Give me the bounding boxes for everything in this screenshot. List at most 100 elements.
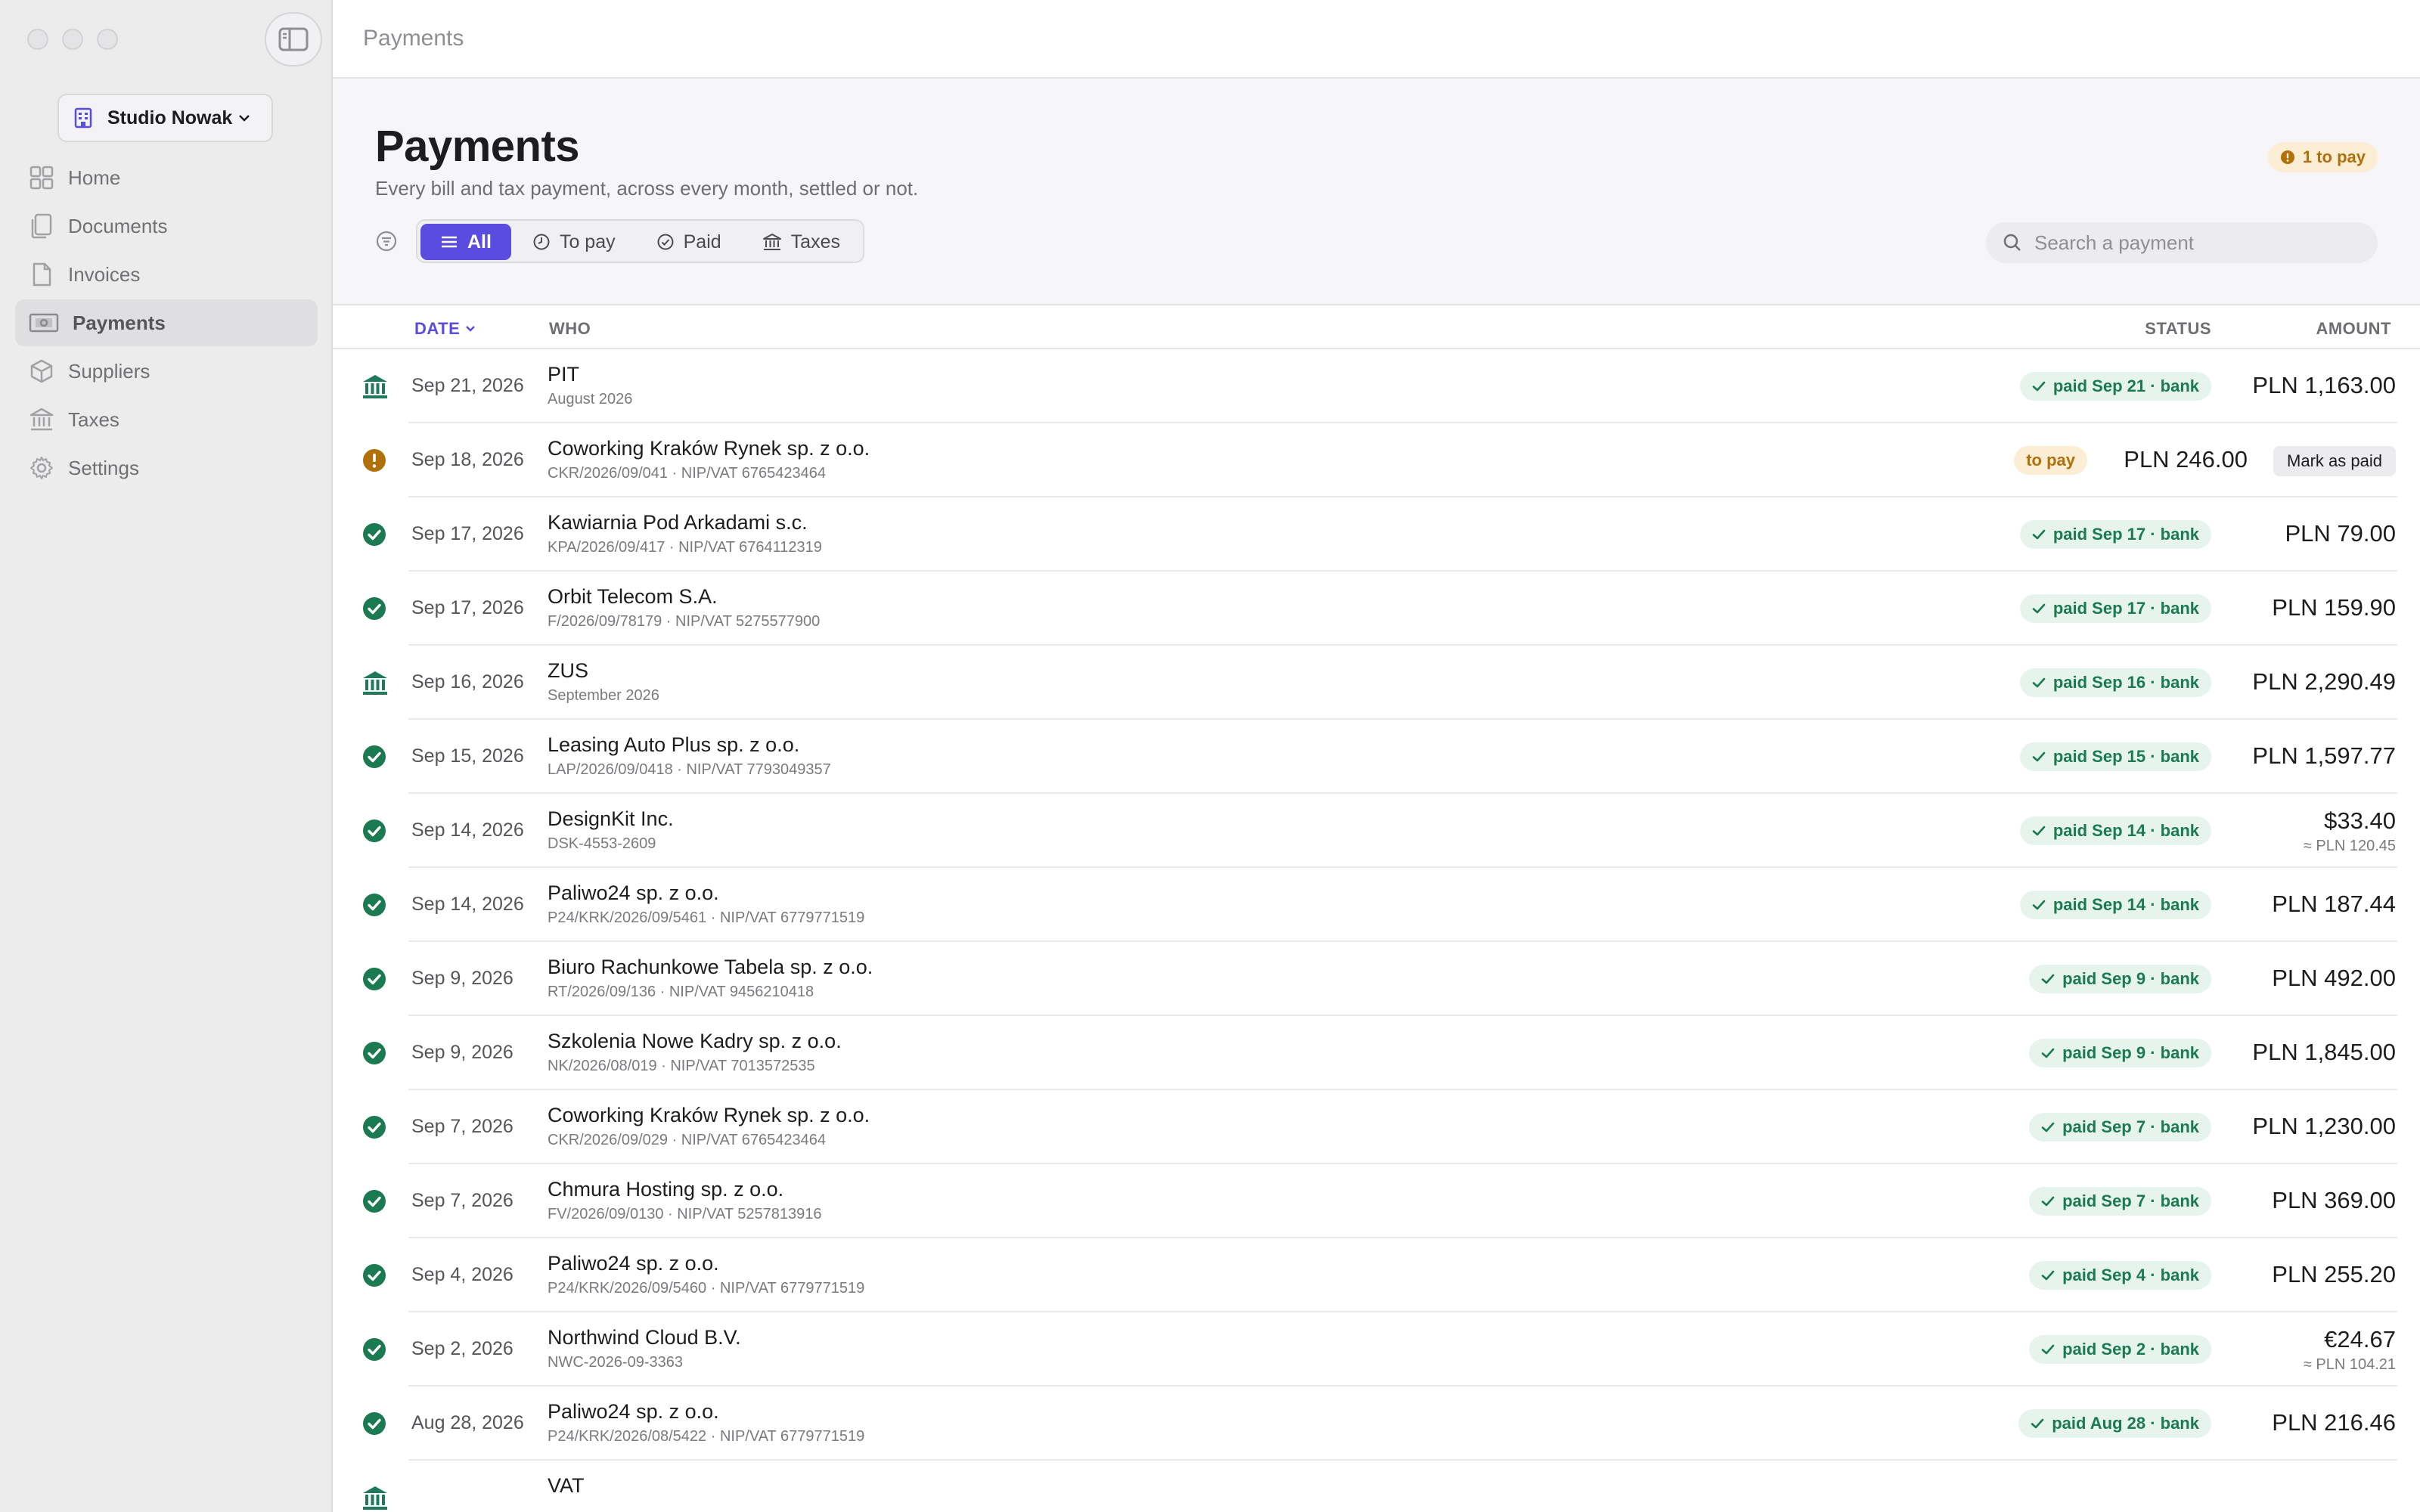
sidebar-item-documents[interactable]: Documents <box>15 203 318 249</box>
chevron-down-icon <box>466 326 476 332</box>
zoom-window-button[interactable] <box>97 29 118 50</box>
minimize-window-button[interactable] <box>62 29 83 50</box>
building-icon <box>74 107 92 129</box>
amount-converted: ≈ PLN 104.21 <box>2303 1356 2396 1373</box>
status-badge: paid Aug 28 · bank <box>2018 1409 2211 1438</box>
row-payee: Orbit Telecom S.A. <box>548 585 718 608</box>
sidebar-nav: Home Documents Invoices Payments Supplie… <box>15 154 318 493</box>
status-text: paid Sep 15 · bank <box>2052 747 2199 766</box>
table-row[interactable]: Sep 4, 2026 Paliwo24 sp. z o.o. P24/KRK/20… <box>333 1238 2420 1312</box>
sidebar-item-taxes[interactable]: Taxes <box>15 396 318 443</box>
table-row[interactable]: Sep 9, 2026 Biuro Rachunkowe Tabela sp. z… <box>333 942 2420 1016</box>
check-icon <box>2032 677 2046 688</box>
sidebar: Studio Nowak Home Documents Invoices Pay… <box>0 0 333 1512</box>
sidebar-item-label: Payments <box>73 311 166 334</box>
sidebar-item-settings[interactable]: Settings <box>15 445 318 491</box>
app-window: Studio Nowak Home Documents Invoices Pay… <box>0 0 2420 1512</box>
check-icon <box>2041 1270 2055 1281</box>
row-who: Paliwo24 sp. z o.o. P24/KRK/2026/09/5460 … <box>548 1252 864 1297</box>
row-date: Sep 14, 2026 <box>411 820 524 841</box>
column-header-who[interactable]: WHO <box>549 319 591 339</box>
row-amount: PLN 492.00 <box>2272 965 2396 992</box>
search-field[interactable] <box>1986 222 2378 263</box>
search-input[interactable] <box>2034 231 2352 255</box>
row-date: Sep 16, 2026 <box>411 671 524 692</box>
row-amount: PLN 159.90 <box>2272 594 2396 621</box>
filter-taxes[interactable]: Taxes <box>743 224 860 260</box>
row-reference: LAP/2026/09/0418 · NIP/VAT 7793049357 <box>548 761 831 778</box>
list-icon <box>442 236 457 248</box>
filter-all[interactable]: All <box>420 224 511 260</box>
table-row[interactable]: VAT <box>333 1461 2420 1512</box>
sidebar-item-home[interactable]: Home <box>15 154 318 201</box>
search-icon <box>2003 234 2021 251</box>
mark-as-paid-button[interactable]: Mark as paid <box>2273 446 2396 476</box>
table-row[interactable]: Sep 9, 2026 Szkolenia Nowe Kadry sp. z o.… <box>333 1016 2420 1090</box>
table-row[interactable]: Sep 14, 2026 Paliwo24 sp. z o.o. P24/KRK/2… <box>333 868 2420 942</box>
table-row[interactable]: Aug 28, 2026 Paliwo24 sp. z o.o. P24/KRK/2… <box>333 1387 2420 1461</box>
row-amount: PLN 216.46 <box>2272 1409 2396 1436</box>
filter-icon[interactable] <box>375 230 398 253</box>
amount-converted: ≈ PLN 120.45 <box>2303 838 2396 854</box>
clock-icon <box>533 234 550 250</box>
row-who: Coworking Kraków Rynek sp. z o.o. CKR/202… <box>548 437 870 482</box>
table-row[interactable]: Sep 7, 2026 Coworking Kraków Rynek sp. z … <box>333 1090 2420 1164</box>
sidebar-item-suppliers[interactable]: Suppliers <box>15 348 318 395</box>
status-text: paid Sep 9 · bank <box>2062 969 2199 988</box>
row-date: Sep 15, 2026 <box>411 745 524 767</box>
page-subtitle: Every bill and tax payment, across every… <box>375 177 919 200</box>
check-circle-icon <box>361 522 387 547</box>
row-date: Sep 18, 2026 <box>411 449 524 470</box>
amount-value: $33.40 <box>2324 807 2396 834</box>
workspace-switcher[interactable]: Studio Nowak <box>57 94 274 142</box>
check-circle-icon <box>361 818 387 844</box>
filter-paid[interactable]: Paid <box>637 224 741 260</box>
row-reference: DSK-4553-2609 <box>548 835 656 852</box>
status-text: paid Sep 7 · bank <box>2062 1117 2199 1136</box>
check-icon <box>2032 900 2046 910</box>
check-circle-icon <box>361 1337 387 1362</box>
table-row[interactable]: Sep 15, 2026 Leasing Auto Plus sp. z o.o.… <box>333 720 2420 794</box>
filter-to-pay[interactable]: To pay <box>513 224 635 260</box>
amount-value: PLN 1,597.77 <box>2252 742 2396 769</box>
row-date: Sep 17, 2026 <box>411 523 524 544</box>
status-badge: paid Sep 9 · bank <box>2029 1039 2211 1067</box>
status-text: to pay <box>2026 451 2075 469</box>
sidebar-item-invoices[interactable]: Invoices <box>15 251 318 298</box>
column-header-date[interactable]: DATE <box>414 319 476 339</box>
check-icon <box>2041 1122 2055 1132</box>
to-pay-badge[interactable]: 1 to pay <box>2267 142 2378 172</box>
status-text: paid Sep 2 · bank <box>2062 1340 2199 1359</box>
status-badge: paid Sep 2 · bank <box>2029 1335 2211 1364</box>
check-icon <box>2041 1196 2055 1207</box>
sidebar-item-label: Taxes <box>68 407 119 431</box>
main-content: Payments Payments Every bill and tax pay… <box>333 0 2420 1512</box>
table-row[interactable]: Sep 21, 2026 PIT August 2026 paid Sep 21 · … <box>333 349 2420 423</box>
bank-icon <box>762 234 781 250</box>
sidebar-item-payments[interactable]: Payments <box>15 299 318 346</box>
table-row[interactable]: Sep 2, 2026 Northwind Cloud B.V. NWC-2026-… <box>333 1312 2420 1387</box>
row-reference: September 2026 <box>548 687 659 704</box>
row-who: Coworking Kraków Rynek sp. z o.o. CKR/202… <box>548 1104 870 1149</box>
close-window-button[interactable] <box>27 29 48 50</box>
amount-value: PLN 79.00 <box>2285 520 2397 547</box>
sidebar-toggle-button[interactable] <box>265 12 322 67</box>
row-who: Paliwo24 sp. z o.o. P24/KRK/2026/08/5422 … <box>548 1400 864 1445</box>
row-reference: F/2026/09/78179 · NIP/VAT 5275577900 <box>548 613 821 630</box>
table-row[interactable]: Sep 16, 2026 ZUS September 2026 paid Sep 16… <box>333 646 2420 720</box>
column-header-amount[interactable]: AMOUNT <box>2316 319 2391 339</box>
table-row[interactable]: Sep 7, 2026 Chmura Hosting sp. z o.o. FV/2… <box>333 1164 2420 1238</box>
check-icon <box>2032 751 2046 762</box>
row-amount: PLN 1,845.00 <box>2252 1039 2396 1066</box>
table-row[interactable]: Sep 14, 2026 DesignKit Inc. DSK-4553-2609 p… <box>333 794 2420 868</box>
payments-list: Sep 21, 2026 PIT August 2026 paid Sep 21 · … <box>333 349 2420 1512</box>
table-row[interactable]: Sep 18, 2026 Coworking Kraków Rynek sp. z… <box>333 423 2420 497</box>
row-who: VAT <box>548 1474 585 1498</box>
bank-icon <box>361 1485 387 1510</box>
amount-value: PLN 492.00 <box>2272 965 2396 991</box>
table-row[interactable]: Sep 17, 2026 Kawiarnia Pod Arkadami s.c. K… <box>333 497 2420 572</box>
status-badge: paid Sep 7 · bank <box>2029 1187 2211 1216</box>
row-who: Kawiarnia Pod Arkadami s.c. KPA/2026/09/4… <box>548 511 822 556</box>
table-row[interactable]: Sep 17, 2026 Orbit Telecom S.A. F/2026/09/… <box>333 572 2420 646</box>
column-header-status[interactable]: STATUS <box>2145 319 2211 339</box>
